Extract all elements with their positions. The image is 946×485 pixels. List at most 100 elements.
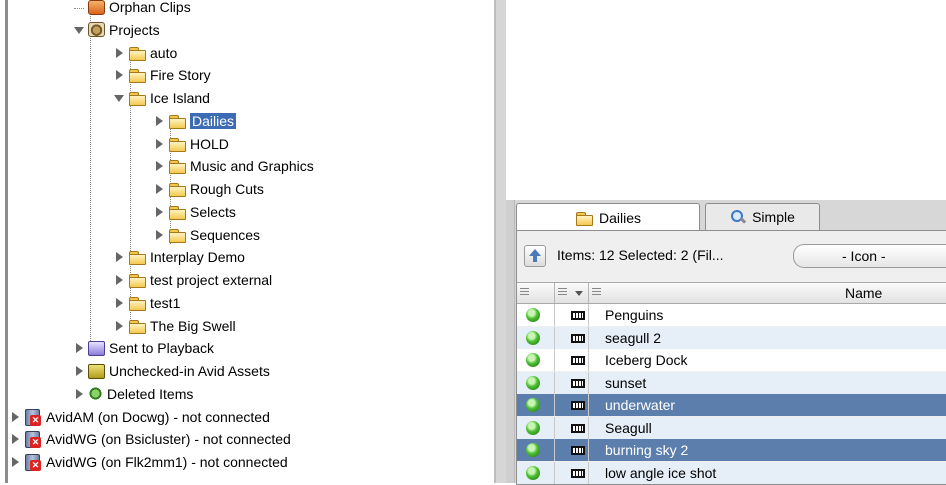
tree-item-label: Rough Cuts [190, 181, 264, 197]
split-pane-divider[interactable] [494, 0, 506, 483]
tree-item-hold[interactable]: HOLD [154, 133, 229, 155]
up-arrow-button[interactable] [524, 245, 546, 267]
folder-icon [168, 181, 186, 197]
bin-content: Items: 12 Selected: 2 (Fil... - Icon - N… [516, 230, 946, 485]
online-status-icon [526, 330, 540, 345]
tree-item-avidam-on-docwg-not-connected[interactable]: AvidAM (on Docwg) - not connected [10, 406, 270, 428]
column-menu-icon[interactable] [520, 286, 529, 297]
tree-item-fire-story[interactable]: Fire Story [114, 64, 211, 86]
bin-item-row[interactable]: low angle ice shot [517, 461, 946, 484]
bin-item-name: sunset [605, 374, 647, 391]
bin-item-row[interactable]: Seagull [517, 416, 946, 439]
collapsed-arrow-icon[interactable] [154, 183, 164, 195]
clip-icon [571, 333, 585, 343]
status-column-header[interactable] [517, 283, 555, 303]
bin-item-row[interactable]: seagull 2 [517, 326, 946, 349]
bin-item-row[interactable]: sunset [517, 371, 946, 394]
tree-item-ice-island[interactable]: Ice Island [114, 87, 210, 109]
collapsed-arrow-icon[interactable] [114, 297, 124, 309]
deleted-items-icon [88, 387, 103, 401]
expanded-arrow-icon[interactable] [74, 24, 84, 36]
bin-item-name: Seagull [605, 419, 652, 436]
collapsed-arrow-icon[interactable] [114, 320, 124, 332]
orphan-clips-icon [88, 0, 105, 15]
online-status-icon [526, 308, 540, 322]
bin-item-name: Iceberg Dock [605, 352, 688, 368]
projects-icon [88, 22, 105, 38]
column-menu-icon[interactable] [592, 286, 601, 297]
tree-item-interplay-demo[interactable]: Interplay Demo [114, 246, 245, 268]
clip-icon [571, 401, 585, 410]
tree-item-avidwg-on-bsicluster-not-connected[interactable]: AvidWG (on Bsicluster) - not connected [10, 428, 291, 450]
collapsed-arrow-icon[interactable] [114, 69, 124, 81]
tree-item-test1[interactable]: test1 [114, 292, 180, 314]
bin-item-row[interactable]: burning sky 2 [517, 439, 946, 461]
tree-item-test-project-external[interactable]: test project external [114, 269, 272, 291]
tree-item-unchecked-in-avid-assets[interactable]: Unchecked-in Avid Assets [74, 360, 270, 382]
bin-item-name: burning sky 2 [605, 442, 689, 458]
bin-panel: Dailies Simple Items: 12 Selected: 2 (Fi… [506, 200, 946, 485]
tree-item-label: Orphan Clips [109, 0, 191, 15]
tab-simple-search[interactable]: Simple [705, 203, 820, 230]
online-status-icon [526, 420, 540, 435]
collapsed-arrow-icon[interactable] [114, 251, 124, 263]
tree-item-music-and-graphics[interactable]: Music and Graphics [154, 155, 314, 177]
playback-icon [88, 340, 105, 356]
tree-item-label: Sent to Playback [109, 340, 215, 357]
folder-icon [168, 158, 186, 175]
database-disconnected-icon [24, 430, 42, 449]
tree-item-label: test1 [150, 294, 181, 311]
expanded-arrow-icon[interactable] [114, 92, 124, 104]
tab-dailies[interactable]: Dailies [516, 203, 700, 231]
collapsed-arrow-icon[interactable] [154, 115, 164, 127]
tree-item-selects[interactable]: Selects [154, 201, 236, 223]
collapsed-arrow-icon[interactable] [10, 433, 20, 445]
tree-item-the-big-swell[interactable]: The Big Swell [114, 315, 236, 337]
collapsed-arrow-icon[interactable] [154, 206, 164, 218]
tree-item-sent-to-playback[interactable]: Sent to Playback [74, 337, 214, 359]
clip-icon [571, 356, 585, 365]
tree-item-sequences[interactable]: Sequences [154, 224, 260, 246]
tree-item-label: test project external [150, 272, 273, 288]
tree-item-label: AvidWG (on Flk2mm1) - not connected [46, 454, 288, 470]
clip-icon [571, 468, 585, 478]
bin-item-row[interactable]: underwater [517, 394, 946, 416]
bin-item-row[interactable]: Iceberg Dock [517, 349, 946, 371]
tree-item-label: auto [150, 44, 178, 61]
collapsed-arrow-icon[interactable] [74, 388, 84, 400]
database-disconnected-icon [24, 408, 42, 426]
tree-item-label: Music and Graphics [190, 158, 314, 175]
folder-icon [128, 272, 146, 288]
folder-icon [128, 318, 146, 334]
collapsed-arrow-icon[interactable] [114, 274, 124, 286]
name-column-header[interactable]: Name [589, 283, 946, 303]
tree-item-avidwg-on-flk2mm1-not-connected[interactable]: AvidWG (on Flk2mm1) - not connected [10, 451, 288, 473]
collapsed-arrow-icon[interactable] [74, 365, 84, 377]
view-mode-select[interactable]: - Icon - [793, 244, 946, 268]
tree-item-label: Fire Story [150, 67, 211, 84]
bin-item-row[interactable]: Penguins [517, 304, 946, 326]
tree-item-label: The Big Swell [150, 317, 236, 334]
online-status-icon [526, 375, 540, 390]
tree-item-rough-cuts[interactable]: Rough Cuts [154, 178, 264, 200]
collapsed-arrow-icon[interactable] [10, 456, 20, 468]
items-count-text: Items: 12 Selected: 2 (Fil... [557, 247, 724, 263]
folder-tree[interactable]: Orphan Clips Projects auto Fire Story Ice Is… [12, 0, 494, 483]
tree-item-label: Projects [109, 21, 160, 38]
tree-item-orphan-clips[interactable]: Orphan Clips [74, 0, 191, 18]
folder-icon [128, 249, 146, 266]
collapsed-arrow-icon[interactable] [114, 47, 124, 59]
collapsed-arrow-icon[interactable] [154, 160, 164, 172]
type-column-header[interactable] [555, 283, 589, 303]
tree-item-auto[interactable]: auto [114, 42, 177, 64]
online-status-icon [526, 465, 540, 480]
collapsed-arrow-icon[interactable] [10, 411, 20, 423]
tree-item-deleted-items[interactable]: Deleted Items [74, 383, 193, 405]
collapsed-arrow-icon[interactable] [74, 342, 84, 354]
column-menu-icon[interactable] [558, 286, 567, 297]
collapsed-arrow-icon[interactable] [154, 138, 164, 150]
tree-item-projects[interactable]: Projects [74, 19, 160, 41]
clip-icon [571, 446, 585, 455]
tree-item-dailies[interactable]: Dailies [154, 110, 237, 132]
collapsed-arrow-icon[interactable] [154, 229, 164, 241]
